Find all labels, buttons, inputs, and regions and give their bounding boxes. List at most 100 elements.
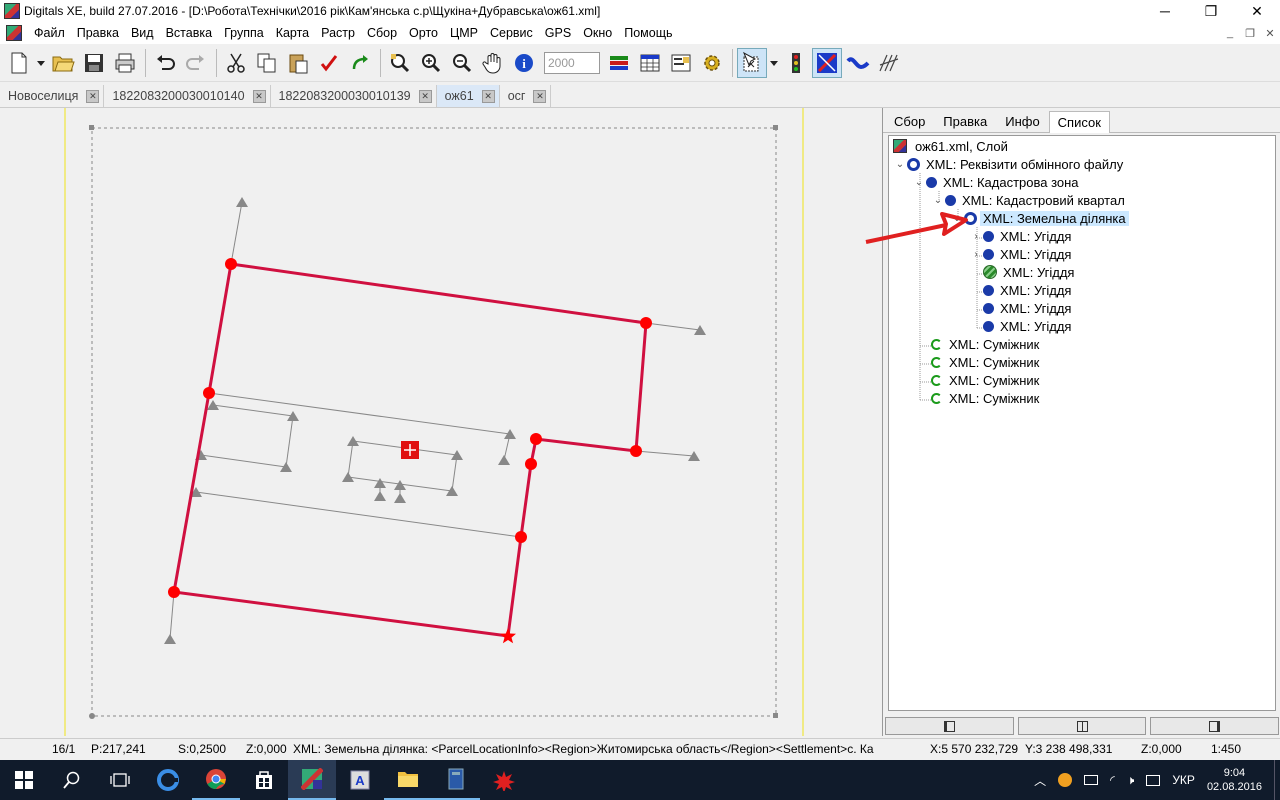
info-button[interactable]: i <box>509 48 539 78</box>
update-tray-icon[interactable] <box>1058 773 1073 787</box>
app-splash-button[interactable] <box>480 760 528 800</box>
tab-close-icon[interactable]: ✕ <box>252 89 266 103</box>
tab-close-icon[interactable]: ✕ <box>86 89 100 103</box>
store-button[interactable] <box>240 760 288 800</box>
menu-collect[interactable]: Сбор <box>361 22 403 44</box>
close-button[interactable]: ✕ <box>1234 0 1280 22</box>
menu-service[interactable]: Сервис <box>484 22 539 44</box>
tree-node-quarter[interactable]: ⌄ XML: Кадастровий квартал <box>931 191 1128 209</box>
menu-insert[interactable]: Вставка <box>160 22 218 44</box>
input-language[interactable]: УКР <box>1172 773 1195 787</box>
chevron-right-icon[interactable]: › <box>969 231 983 242</box>
start-button[interactable] <box>0 760 48 800</box>
hatch-button[interactable] <box>874 48 904 78</box>
autocad-button[interactable]: A <box>336 760 384 800</box>
tree-node-land[interactable]: XML: Угіддя <box>969 299 1074 317</box>
mdi-close-button[interactable]: ✕ <box>1260 27 1280 40</box>
network-adapter-icon[interactable] <box>1084 775 1099 785</box>
tree-node-neighbor[interactable]: XML: Суміжник <box>931 335 1042 353</box>
tree-node-land[interactable]: XML: Угіддя <box>969 263 1077 281</box>
menu-dem[interactable]: ЦМР <box>444 22 484 44</box>
layers-button[interactable] <box>604 48 634 78</box>
tree-node-zone[interactable]: ⌄ XML: Кадастрова зона <box>912 173 1082 191</box>
menu-ortho[interactable]: Орто <box>403 22 444 44</box>
tab-osg[interactable]: осг ✕ <box>499 85 552 107</box>
layout-right-button[interactable] <box>1150 717 1280 735</box>
wifi-icon[interactable]: ◜ <box>1110 773 1115 787</box>
tab-collect[interactable]: Сбор <box>885 110 934 132</box>
map-drawing[interactable] <box>0 108 880 736</box>
refresh-button[interactable] <box>345 48 375 78</box>
zoom-in-button[interactable] <box>416 48 446 78</box>
traffic-light-button[interactable] <box>781 48 811 78</box>
chevron-down-icon[interactable]: ⌄ <box>912 177 926 188</box>
menu-file[interactable]: Файл <box>28 22 71 44</box>
notifications-message-icon[interactable] <box>1146 774 1161 786</box>
menu-group[interactable]: Группа <box>218 22 270 44</box>
select-tool-button[interactable] <box>737 47 767 78</box>
tab-info[interactable]: Инфо <box>996 110 1048 132</box>
tree-node-neighbor[interactable]: XML: Суміжник <box>931 371 1042 389</box>
show-desktop-button[interactable] <box>1274 760 1280 800</box>
undo-button[interactable] <box>150 48 180 78</box>
tree-root[interactable]: ож61.xml, Слой <box>893 137 1011 155</box>
menu-gps[interactable]: GPS <box>539 22 577 44</box>
start-vertex-star-icon[interactable] <box>499 628 516 644</box>
curve-button[interactable] <box>843 48 873 78</box>
map-canvas[interactable] <box>0 108 880 736</box>
clock[interactable]: 9:04 02.08.2016 <box>1207 766 1262 794</box>
tab-close-icon[interactable]: ✕ <box>481 89 495 103</box>
chevron-right-icon[interactable]: › <box>969 249 983 260</box>
file-explorer-button[interactable] <box>384 760 432 800</box>
layout-left-button[interactable] <box>885 717 1014 735</box>
redo-button[interactable] <box>181 48 211 78</box>
document-icon[interactable] <box>6 25 22 41</box>
settings-button[interactable] <box>697 48 727 78</box>
minimize-button[interactable]: ─ <box>1142 0 1188 22</box>
object-tree[interactable]: ож61.xml, Слой ⌄ XML: Реквізити обмінног… <box>888 135 1276 711</box>
mdi-restore-button[interactable]: ❐ <box>1240 27 1260 40</box>
menu-map[interactable]: Карта <box>270 22 315 44</box>
tab-1822083200030010139[interactable]: 1822083200030010139 ✕ <box>270 85 437 107</box>
mdi-minimize-button[interactable]: _ <box>1220 27 1240 39</box>
search-button[interactable] <box>48 760 96 800</box>
app-book-button[interactable] <box>432 760 480 800</box>
select-tool-dropdown[interactable] <box>768 48 780 78</box>
chrome-button[interactable] <box>192 760 240 800</box>
tab-edit[interactable]: Правка <box>934 110 996 132</box>
paste-button[interactable] <box>283 48 313 78</box>
edge-button[interactable] <box>144 760 192 800</box>
restore-button[interactable]: ❐ <box>1188 0 1234 22</box>
copy-button[interactable] <box>252 48 282 78</box>
tree-node-land[interactable]: XML: Угіддя <box>969 281 1074 299</box>
tab-close-icon[interactable]: ✕ <box>533 89 547 103</box>
tab-close-icon[interactable]: ✕ <box>418 89 432 103</box>
table-button[interactable] <box>635 48 665 78</box>
menu-view[interactable]: Вид <box>125 22 160 44</box>
tab-ozh61[interactable]: ож61 ✕ <box>436 85 500 107</box>
edit-vector-button[interactable] <box>812 47 842 78</box>
parcel-vertices[interactable] <box>168 258 652 598</box>
menu-window[interactable]: Окно <box>577 22 618 44</box>
save-button[interactable] <box>79 48 109 78</box>
menu-edit[interactable]: Правка <box>71 22 125 44</box>
zoom-window-button[interactable] <box>385 48 415 78</box>
pan-button[interactable] <box>478 48 508 78</box>
task-view-button[interactable] <box>96 760 144 800</box>
tab-list[interactable]: Список <box>1048 111 1110 133</box>
tree-node-exchange[interactable]: ⌄ XML: Реквізити обмінного файлу <box>893 155 1126 173</box>
open-button[interactable] <box>48 48 78 78</box>
tree-node-land[interactable]: › XML: Угіддя <box>969 227 1074 245</box>
tree-node-land[interactable]: XML: Угіддя <box>969 317 1074 335</box>
print-button[interactable] <box>110 48 140 78</box>
volume-icon[interactable]: 🕨 <box>1127 773 1135 788</box>
scale-input[interactable] <box>544 51 600 74</box>
properties-button[interactable] <box>666 48 696 78</box>
new-file-dropdown[interactable] <box>35 48 47 78</box>
new-file-button[interactable] <box>4 48 34 78</box>
digitals-taskbar-button[interactable] <box>288 760 336 800</box>
chevron-down-icon[interactable]: ⌄ <box>931 195 945 206</box>
chevron-down-icon[interactable]: ⌄ <box>950 213 964 224</box>
tree-node-land[interactable]: › XML: Угіддя <box>969 245 1074 263</box>
tree-node-neighbor[interactable]: XML: Суміжник <box>931 353 1042 371</box>
